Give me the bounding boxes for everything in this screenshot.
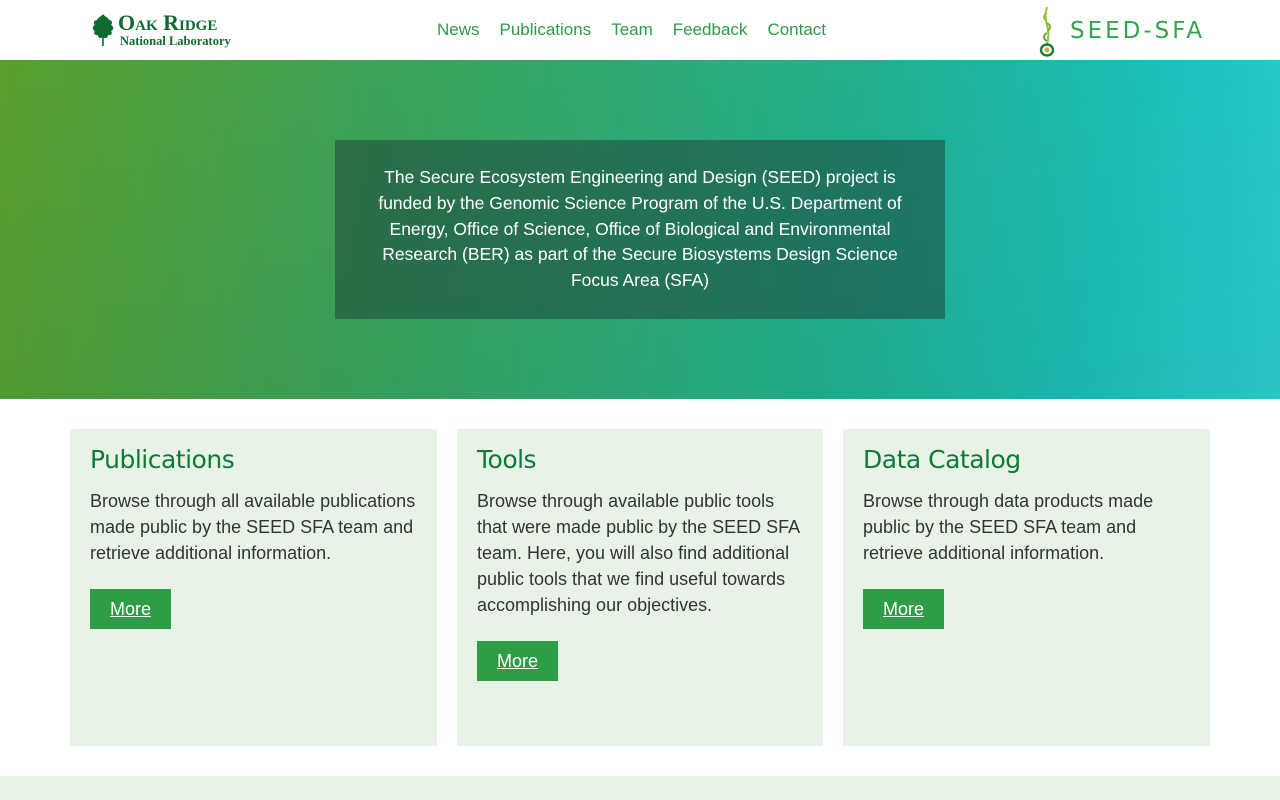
ornl-logo[interactable]: Oak Ridge National Laboratory xyxy=(90,10,235,50)
footer-strip xyxy=(0,776,1280,800)
main-nav: News Publications Team Feedback Contact xyxy=(427,18,836,42)
hero-description: The Secure Ecosystem Engineering and Des… xyxy=(378,167,902,291)
card-title-tools: Tools xyxy=(477,445,537,474)
nav-feedback[interactable]: Feedback xyxy=(663,18,758,42)
seed-sfa-logo[interactable]: SEED-SFA xyxy=(1036,5,1205,57)
feature-cards: Publications Browse through all availabl… xyxy=(70,429,1210,746)
nav-news[interactable]: News xyxy=(427,18,490,42)
card-text-tools: Browse through available public tools th… xyxy=(477,491,800,615)
tools-more-button[interactable]: More xyxy=(477,640,559,681)
publications-more-button[interactable]: More xyxy=(90,588,172,629)
ornl-logo-line1: Oak Ridge xyxy=(118,10,218,36)
ornl-logo-line2: National Laboratory xyxy=(120,34,231,49)
seedling-icon xyxy=(1039,6,1055,57)
card-tools: Tools Browse through available public to… xyxy=(457,429,823,746)
nav-publications[interactable]: Publications xyxy=(490,18,602,42)
oak-leaf-icon xyxy=(92,14,114,46)
card-data-catalog: Data Catalog Browse through data product… xyxy=(843,429,1210,746)
card-text-data-catalog: Browse through data products made public… xyxy=(863,491,1154,563)
seed-sfa-logo-text: SEED-SFA xyxy=(1070,18,1206,44)
data-catalog-more-button[interactable]: More xyxy=(863,588,945,629)
nav-contact[interactable]: Contact xyxy=(757,18,836,42)
card-publications: Publications Browse through all availabl… xyxy=(70,429,437,746)
card-title-data-catalog: Data Catalog xyxy=(863,445,1021,474)
site-header: Oak Ridge National Laboratory News Publi… xyxy=(0,0,1280,60)
card-title-publications: Publications xyxy=(90,445,235,474)
card-text-publications: Browse through all available publication… xyxy=(90,491,416,563)
hero-text-box: The Secure Ecosystem Engineering and Des… xyxy=(335,140,945,319)
hero-banner: The Secure Ecosystem Engineering and Des… xyxy=(0,60,1280,399)
nav-team[interactable]: Team xyxy=(601,18,663,42)
